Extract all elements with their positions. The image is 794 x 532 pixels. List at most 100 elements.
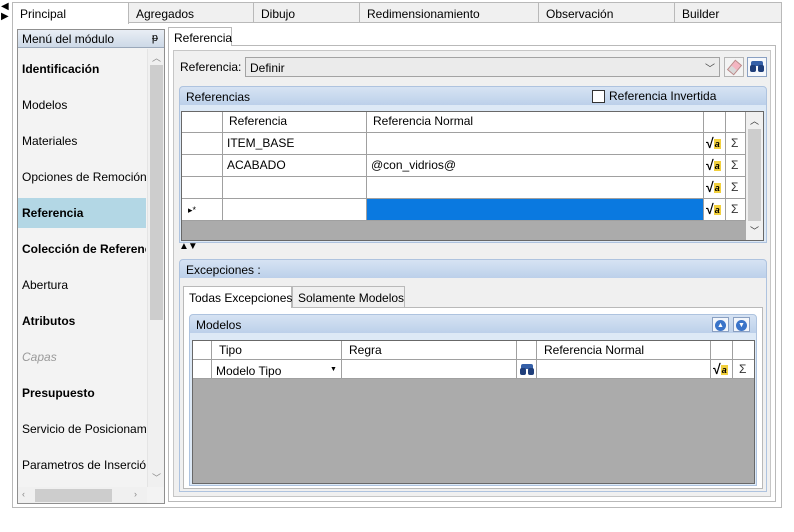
splitter-arrows-icon[interactable]: ▲▼ (179, 242, 198, 252)
binoculars-icon (750, 61, 764, 72)
menu-hscroll-thumb[interactable] (35, 489, 112, 502)
column-header-sigma (733, 341, 754, 360)
move-down-button[interactable]: ▼ (733, 317, 750, 332)
menu-item-opciones-remocion[interactable]: Opciones de Remoción (18, 162, 146, 192)
scroll-right-icon[interactable]: › (134, 489, 137, 499)
modelos-grid: Tipo Regra Referencia Normal Modelo Tipo… (192, 340, 755, 484)
clear-button[interactable] (724, 57, 744, 77)
sigma-button[interactable]: Σ (726, 133, 746, 155)
referencia-invertida-checkbox[interactable] (592, 90, 605, 103)
new-row-indicator[interactable]: ▸* (182, 199, 223, 221)
formula-button[interactable]: √a (704, 133, 726, 155)
formula-button[interactable]: √a (704, 199, 726, 221)
main-tab-strip: Principal Agregados Dibujo Redimensionam… (12, 2, 782, 24)
arrow-up-icon: ▲ (715, 320, 726, 331)
arrow-down-icon: ▼ (736, 320, 747, 331)
tipo-dropdown[interactable]: Modelo Tipo ▼ (212, 360, 342, 379)
tab-builder[interactable]: Builder (674, 2, 782, 23)
module-menu-title: Menú del módulo (22, 32, 115, 46)
menu-item-materiales[interactable]: Materiales (18, 126, 146, 156)
collapse-arrows-icon[interactable]: ◀ ▶ (1, 2, 9, 22)
grid-corner (182, 112, 223, 133)
tab-observacion[interactable]: Observación (538, 2, 675, 23)
cell-referencia-normal[interactable]: @con_vidrios@ (367, 155, 704, 177)
search-button[interactable] (747, 57, 767, 77)
referencias-grid: Referencia Referencia Normal ITEM_BASE √… (181, 111, 764, 241)
menu-item-servicio-posicionamiento[interactable]: Servicio de Posicionamiento (18, 414, 146, 444)
eraser-icon (726, 59, 743, 76)
cell-referencia[interactable] (223, 199, 367, 221)
sigma-button[interactable]: Σ (726, 177, 746, 199)
cell-referencia-normal[interactable] (537, 360, 711, 379)
formula-icon: √a (706, 135, 721, 151)
referencia-select[interactable]: Definir ﹀ (245, 57, 720, 77)
menu-item-identificacion[interactable]: Identificación (18, 54, 146, 84)
excepciones-panel-title: Excepciones : (186, 263, 261, 277)
cell-referencia[interactable]: ACABADO (223, 155, 367, 177)
menu-vertical-scrollbar[interactable]: ︿ ﹀ (147, 49, 164, 487)
menu-item-parametros-insercion[interactable]: Parametros de Inserción (18, 450, 146, 480)
sigma-button[interactable]: Σ (726, 155, 746, 177)
sigma-icon: Σ (731, 202, 739, 216)
formula-icon: √a (706, 157, 721, 173)
modelos-panel-title: Modelos (196, 318, 242, 332)
cell-referencia-normal[interactable] (367, 133, 704, 155)
tab-dibujo[interactable]: Dibujo (253, 2, 361, 23)
formula-button[interactable]: √a (704, 177, 726, 199)
cell-referencia-normal-selected[interactable] (367, 199, 704, 221)
column-header-referencia[interactable]: Referencia (223, 112, 367, 133)
column-header-referencia-normal[interactable]: Referencia Normal (367, 112, 704, 133)
scroll-left-icon[interactable]: ‹ (22, 489, 25, 499)
formula-icon: √a (706, 201, 721, 217)
menu-scroll-thumb[interactable] (150, 65, 163, 320)
row-indicator[interactable] (182, 177, 223, 199)
cell-regra[interactable] (342, 360, 517, 379)
cell-referencia[interactable]: ITEM_BASE (223, 133, 367, 155)
cell-referencia[interactable] (223, 177, 367, 199)
move-up-button[interactable]: ▲ (712, 317, 729, 332)
sigma-button[interactable]: Σ (733, 360, 754, 379)
tipo-dropdown-value: Modelo Tipo (216, 364, 282, 378)
menu-item-coleccion-referencias[interactable]: Colección de Referencias (18, 234, 146, 264)
referencia-select-value: Definir (250, 61, 285, 75)
pin-icon[interactable]: ᵽ (152, 32, 158, 44)
scroll-down-icon[interactable]: ﹀ (152, 471, 161, 484)
sigma-icon: Σ (739, 362, 747, 376)
column-header-formula (711, 341, 733, 360)
row-indicator[interactable] (182, 155, 223, 177)
column-header-tipo[interactable]: Tipo (212, 341, 342, 360)
tab-principal[interactable]: Principal (12, 2, 129, 24)
tab-agregados[interactable]: Agregados (128, 2, 261, 23)
menu-item-atributos[interactable]: Atributos (18, 306, 146, 336)
row-indicator[interactable] (182, 133, 223, 155)
tab-solamente-modelos[interactable]: Solamente Modelos (292, 286, 405, 307)
menu-item-presupuesto[interactable]: Presupuesto (18, 378, 146, 408)
tab-redimensionamiento[interactable]: Redimensionamiento (359, 2, 539, 23)
menu-item-modelos[interactable]: Modelos (18, 90, 146, 120)
sigma-icon: Σ (731, 136, 739, 150)
menu-horizontal-scrollbar[interactable]: ‹ › (18, 487, 147, 503)
dropdown-arrow-icon: ▼ (330, 366, 337, 373)
menu-item-referencia[interactable]: Referencia (18, 198, 146, 228)
column-header-regra[interactable]: Regra (342, 341, 517, 360)
referencias-panel-title: Referencias (186, 90, 251, 104)
tab-todas-excepciones[interactable]: Todas Excepciones (183, 286, 292, 308)
row-indicator[interactable] (193, 360, 212, 379)
sigma-button[interactable]: Σ (726, 199, 746, 221)
chevron-down-icon: ﹀ (705, 64, 715, 75)
formula-button[interactable]: √a (704, 155, 726, 177)
formula-icon: √a (706, 179, 721, 195)
tab-referencia[interactable]: Referencia (168, 27, 232, 46)
scroll-up-icon[interactable]: ︿ (152, 51, 161, 64)
sigma-icon: Σ (731, 158, 739, 172)
menu-item-abertura[interactable]: Abertura (18, 270, 146, 300)
grid-scroll-thumb[interactable] (748, 129, 761, 221)
cell-referencia-normal[interactable] (367, 177, 704, 199)
module-menu: Menú del módulo ᵽ Identificación Modelos… (17, 29, 165, 504)
scroll-up-icon[interactable]: ︿ (750, 114, 759, 127)
formula-button[interactable]: √a (711, 360, 733, 379)
scroll-down-icon[interactable]: ﹀ (750, 224, 759, 237)
grid-vertical-scrollbar[interactable]: ︿ ﹀ (746, 112, 763, 240)
column-header-referencia-normal[interactable]: Referencia Normal (537, 341, 711, 360)
regra-search-button[interactable] (517, 360, 537, 379)
